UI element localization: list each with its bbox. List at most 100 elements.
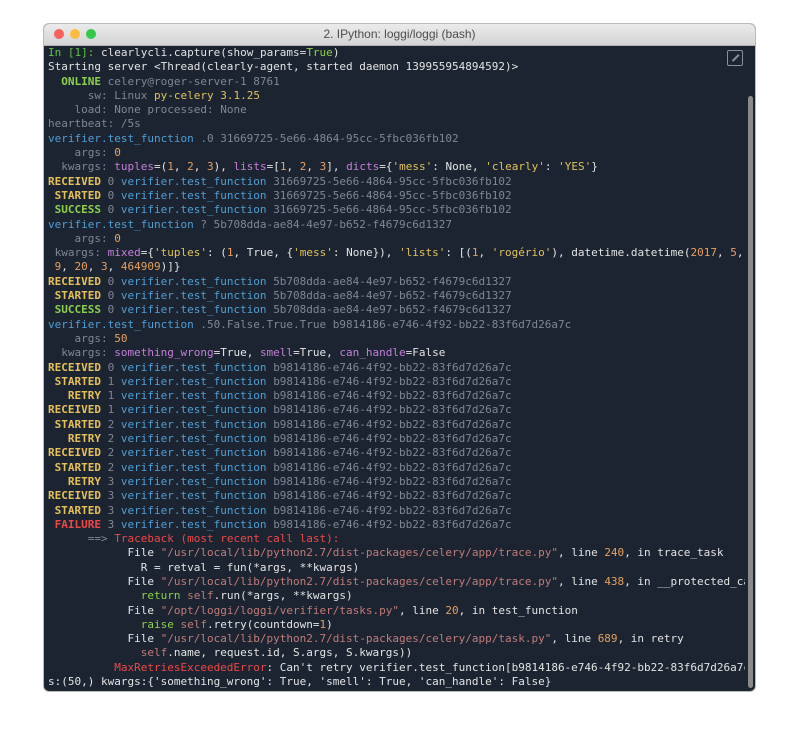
terminal-text: args: bbox=[48, 331, 115, 345]
terminal-text: , line bbox=[557, 574, 605, 588]
terminal-line: RECEIVED 3 verifier.test_function b98141… bbox=[48, 489, 745, 503]
terminal-text: RECEIVED bbox=[48, 274, 108, 288]
terminal-text: verifier.test_function bbox=[48, 317, 201, 331]
terminal-text: s:(50,) kwargs:{'something_wrong': True,… bbox=[48, 675, 552, 689]
terminal-text: Starting server <Thread(clearly-agent, s… bbox=[48, 60, 519, 74]
terminal-text: verifier.test_function bbox=[48, 217, 201, 231]
terminal-text: verifier.test_function bbox=[120, 374, 274, 388]
terminal-text: , in test_function bbox=[458, 603, 578, 617]
terminal-text: b9814186-e746-4f92-bb22-83f6d7d26a7c bbox=[273, 360, 512, 374]
terminal-line: args: 0 bbox=[48, 146, 745, 160]
terminal-text: return bbox=[48, 589, 188, 603]
terminal-text: 'tuples' bbox=[153, 246, 207, 260]
terminal-text: something_wrong bbox=[114, 346, 214, 360]
terminal-text: : None}), bbox=[332, 246, 400, 260]
terminal-text: , bbox=[306, 160, 320, 174]
terminal-text: STARTED bbox=[48, 374, 108, 388]
terminal-line: verifier.test_function ? 5b708dda-ae84-4… bbox=[48, 218, 745, 232]
terminal-text: self bbox=[187, 589, 214, 603]
terminal-line: RETRY 3 verifier.test_function b9814186-… bbox=[48, 475, 745, 489]
terminal-text: File bbox=[48, 632, 161, 646]
terminal-text: 'YES' bbox=[558, 160, 592, 174]
scrollbar[interactable] bbox=[748, 96, 753, 688]
terminal-text: load: bbox=[48, 103, 115, 117]
terminal-text: 464909 bbox=[120, 260, 161, 274]
terminal-text: b9814186-e746-4f92-bb22-83f6d7d26a7c bbox=[273, 503, 512, 517]
terminal-line: return self.run(*args, **kwargs) bbox=[48, 589, 745, 603]
terminal-text: b9814186-e746-4f92-bb22-83f6d7d26a7c bbox=[273, 489, 512, 503]
terminal-text: , bbox=[193, 160, 207, 174]
terminal-text: ), datetime.datetime( bbox=[551, 246, 691, 260]
terminal-line: kwargs: mixed={'tuples': (1 , True, {'mes… bbox=[48, 246, 745, 260]
window-title: 2. IPython: loggi/loggi (bash) bbox=[323, 27, 476, 41]
terminal-line: MaxRetriesExceededError: Can't retry ver… bbox=[48, 661, 745, 675]
terminal-text: verifier.test_function bbox=[48, 131, 201, 145]
terminal-text: , line bbox=[399, 603, 446, 617]
terminal-text: ==> bbox=[48, 532, 115, 546]
terminal-text: 689 bbox=[597, 632, 618, 646]
terminal-text: 'mess' bbox=[293, 246, 333, 260]
terminal-line: verifier.test_function .50.False.True.Tr… bbox=[48, 318, 745, 332]
terminal-text: 2 bbox=[107, 460, 121, 474]
terminal-line: s:(50,) kwargs:{'something_wrong': True,… bbox=[48, 675, 745, 689]
terminal-line: RETRY 2 verifier.test_function b9814186-… bbox=[48, 432, 745, 446]
terminal-text: verifier.test_function bbox=[120, 474, 274, 488]
terminal-text: : bbox=[544, 160, 559, 174]
terminal-text: 2 bbox=[107, 432, 121, 446]
terminal-text: verifier.test_function bbox=[120, 360, 274, 374]
terminal-text: 31669725-5e66-4864-95cc-5fbc036fb102 bbox=[273, 188, 512, 202]
terminal-text: =True, bbox=[293, 346, 340, 360]
terminal-output[interactable]: In [1]: clearlycli.capture(show_params=T… bbox=[48, 46, 745, 691]
terminal-text: verifier.test_function bbox=[120, 417, 274, 431]
terminal-line: SUCCESS 0 verifier.test_function 3166972… bbox=[48, 203, 745, 217]
terminal-text: tuples bbox=[114, 160, 154, 174]
terminal-text: lists bbox=[233, 160, 267, 174]
terminal-text: 1 bbox=[471, 246, 479, 260]
terminal-text: .run(*args, **kwargs) bbox=[213, 589, 353, 603]
terminal-text: None processed: None bbox=[114, 103, 247, 117]
terminal-text: kwargs: bbox=[48, 346, 115, 360]
terminal-text: Traceback (most recent call last): bbox=[114, 532, 340, 546]
terminal-text: smell bbox=[259, 346, 294, 360]
terminal-text: ), bbox=[213, 160, 234, 174]
terminal-text: RETRY bbox=[48, 474, 108, 488]
terminal-text: verifier.test_function bbox=[120, 460, 274, 474]
terminal-text: 0 bbox=[107, 174, 121, 188]
terminal-text: b9814186-e746-4f92-bb22-83f6d7d26a7c bbox=[273, 374, 512, 388]
terminal-text: sw: bbox=[48, 88, 115, 102]
terminal-text: b9814186-e746-4f92-bb22-83f6d7d26a7c bbox=[273, 460, 512, 474]
terminal-line: In [1]: clearlycli.capture(show_params=T… bbox=[48, 46, 745, 60]
terminal-text: 5b708dda-ae84-4e97-b652-f4679c6d1327 bbox=[273, 274, 512, 288]
terminal-text: verifier.test_function bbox=[120, 489, 274, 503]
terminal-line: kwargs: something_wrong=True, smell=True… bbox=[48, 346, 745, 360]
terminal-text: 'rogério' bbox=[491, 246, 552, 260]
terminal-text: 2 bbox=[107, 417, 121, 431]
terminal-text: R = retval = fun(*args, **kwargs) bbox=[48, 560, 360, 574]
terminal-text: 1 bbox=[107, 389, 121, 403]
terminal-text: 0 bbox=[107, 188, 121, 202]
terminal-text: , bbox=[478, 246, 492, 260]
terminal-text: verifier.test_function bbox=[120, 188, 274, 202]
terminal-line: SUCCESS 0 verifier.test_function 5b708dd… bbox=[48, 303, 745, 317]
terminal-text: STARTED bbox=[48, 417, 108, 431]
terminal-text: STARTED bbox=[48, 460, 108, 474]
terminal-text: File bbox=[48, 546, 161, 560]
terminal-line: STARTED 2 verifier.test_function b981418… bbox=[48, 418, 745, 432]
terminal-text: b9814186-e746-4f92-bb22-83f6d7d26a7c bbox=[273, 432, 512, 446]
terminal-text: verifier.test_function bbox=[120, 274, 274, 288]
terminal-text: , bbox=[87, 260, 101, 274]
terminal-text: 0 bbox=[107, 289, 121, 303]
terminal-text: , bbox=[173, 160, 188, 174]
terminal-text: 2 bbox=[107, 446, 121, 460]
terminal-text: : Can't retry verifier.test_function[b98… bbox=[266, 660, 745, 674]
terminal-text: can_handle bbox=[339, 346, 406, 360]
terminal-text: verifier.test_function bbox=[120, 446, 274, 460]
terminal-text: , in trace_task bbox=[624, 546, 724, 560]
terminal-line: RECEIVED 0 verifier.test_function 316697… bbox=[48, 175, 745, 189]
terminal-text: , line bbox=[551, 632, 598, 646]
terminal-text: : None, bbox=[432, 160, 486, 174]
title-bar[interactable]: 2. IPython: loggi/loggi (bash) bbox=[44, 24, 755, 46]
terminal-text: ={ bbox=[379, 160, 393, 174]
terminal-line: heartbeat: /5s bbox=[48, 117, 745, 131]
